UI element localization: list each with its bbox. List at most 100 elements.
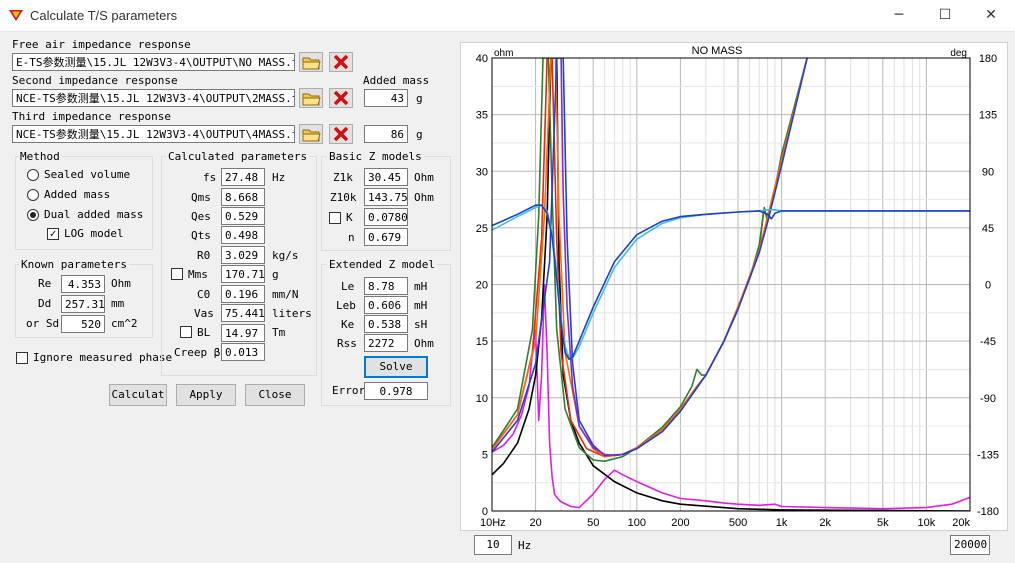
- ignore-phase-label: Ignore measured phase: [33, 351, 173, 364]
- qes-output: 0.529: [221, 207, 265, 225]
- x-tick-label: 5k: [877, 517, 889, 529]
- fs-unit: Hz: [272, 171, 286, 184]
- n-label: n: [348, 231, 355, 244]
- rss-label: Rss: [337, 337, 357, 350]
- z1k-label: Z1k: [333, 171, 353, 184]
- bl-unit: Tm: [272, 326, 286, 339]
- bl-label: BL: [197, 326, 211, 339]
- open-folder-button-2[interactable]: [299, 88, 323, 108]
- c0-label: C0: [197, 288, 211, 301]
- mass3-input[interactable]: 86: [364, 125, 408, 143]
- red-x-icon: [333, 90, 349, 106]
- y2-tick-label: 135: [979, 110, 997, 122]
- re-input[interactable]: 4.353: [61, 275, 105, 293]
- calculated-title: Calculated parameters: [166, 150, 310, 163]
- leb-label: Leb: [336, 299, 356, 312]
- x-tick-label: 10Hz: [480, 517, 506, 529]
- sd-unit: cm^2: [111, 317, 138, 330]
- y-tick-label: 20: [476, 280, 488, 292]
- series-line-red: [492, 58, 808, 458]
- dd-input[interactable]: 257.31: [61, 295, 105, 313]
- y-tick-label: 15: [476, 336, 488, 348]
- free-air-path-input[interactable]: E-TS参数测量\15.JL 12W3V3-4\OUTPUT\NO MASS.t…: [12, 53, 295, 71]
- x-tick-label: 500: [729, 517, 747, 529]
- known-title: Known parameters: [19, 258, 129, 271]
- window-title: Calculate T/S parameters: [30, 8, 178, 23]
- clear-button-3[interactable]: [329, 124, 353, 144]
- apply-button[interactable]: Apply: [176, 384, 236, 406]
- calculate-button[interactable]: Calculat: [109, 384, 167, 406]
- mass3-unit: g: [416, 128, 423, 141]
- solve-button[interactable]: Solve: [364, 356, 428, 378]
- y2-tick-label: 0: [985, 280, 991, 292]
- mass2-input[interactable]: 43: [364, 89, 408, 107]
- bl-output: 14.97: [221, 324, 265, 342]
- y-tick-label: 10: [476, 393, 488, 405]
- x-tick-label: 100: [628, 517, 646, 529]
- vas-label: Vas: [194, 307, 214, 320]
- sd-input[interactable]: 520: [61, 315, 105, 333]
- ke-label: Ke: [341, 318, 355, 331]
- folder-icon: [302, 93, 321, 106]
- folder-icon: [302, 57, 321, 70]
- re-unit: Ohm: [111, 277, 131, 290]
- y-axis-label: ohm: [494, 48, 513, 59]
- added-mass-label: Added mass: [363, 74, 430, 87]
- y-tick-label: 40: [476, 53, 488, 65]
- y-tick-label: 25: [476, 223, 488, 235]
- radio-dual-added-mass[interactable]: [27, 209, 39, 221]
- ke-unit: sH: [414, 318, 428, 331]
- le-unit: mH: [414, 280, 428, 293]
- clear-button-1[interactable]: [329, 52, 353, 72]
- third-label: Third impedance response: [12, 110, 171, 123]
- k-checkbox[interactable]: [329, 212, 341, 224]
- bl-checkbox[interactable]: [180, 326, 192, 338]
- mms-checkbox[interactable]: [171, 268, 183, 280]
- z1k-unit: Ohm: [414, 171, 434, 184]
- qts-label: Qts: [191, 229, 211, 242]
- added-mass-option-label: Added mass: [44, 188, 111, 201]
- n-output: 0.679: [364, 228, 408, 246]
- second-label: Second impedance response: [12, 74, 178, 87]
- log-model-label: LOG model: [64, 227, 124, 240]
- open-folder-button-3[interactable]: [299, 124, 323, 144]
- clear-button-2[interactable]: [329, 88, 353, 108]
- y2-axis-label: deg: [950, 48, 967, 59]
- fmin-input[interactable]: 10: [474, 535, 512, 555]
- app-logo-icon: [9, 10, 23, 21]
- y2-tick-label: -45: [980, 336, 996, 348]
- y-tick-label: 35: [476, 110, 488, 122]
- y-tick-label: 30: [476, 166, 488, 178]
- mass2-unit: g: [416, 92, 423, 105]
- close-button[interactable]: Close: [245, 384, 305, 406]
- red-x-icon: [333, 126, 349, 142]
- dd-label: Dd: [38, 297, 52, 310]
- radio-added-mass[interactable]: [27, 189, 39, 201]
- qts-output: 0.498: [221, 226, 265, 244]
- radio-sealed-volume[interactable]: [27, 169, 39, 181]
- maximize-button[interactable]: ☐: [922, 0, 968, 31]
- c0-output: 0.196: [221, 285, 265, 303]
- minimize-button[interactable]: ─: [876, 0, 922, 31]
- log-model-checkbox[interactable]: ✓: [47, 228, 59, 240]
- close-window-button[interactable]: ✕: [968, 0, 1014, 31]
- third-path-input[interactable]: NCE-TS参数测量\15.JL 12W3V3-4\OUTPUT\4MASS.t…: [12, 125, 295, 143]
- chart-grid: [491, 57, 971, 512]
- z10k-output: 143.75: [364, 188, 408, 206]
- open-folder-button-1[interactable]: [299, 52, 323, 72]
- le-output: 8.78: [364, 277, 408, 295]
- creep-label: Creep β: [174, 346, 221, 359]
- fmax-input[interactable]: 20000: [950, 535, 990, 555]
- second-path-input[interactable]: NCE-TS参数测量\15.JL 12W3V3-4\OUTPUT\2MASS.t…: [12, 89, 295, 107]
- sd-label: or Sd: [26, 317, 60, 330]
- ignore-phase-checkbox[interactable]: [16, 352, 28, 364]
- k-label: K: [346, 211, 353, 224]
- rss-output: 2272: [364, 334, 408, 352]
- vas-unit: liters: [272, 307, 312, 320]
- z10k-unit: Ohm: [414, 191, 434, 204]
- x-tick-label: 20k: [952, 517, 970, 529]
- re-label: Re: [38, 277, 52, 290]
- y2-tick-label: -90: [980, 393, 996, 405]
- folder-icon: [302, 129, 321, 142]
- y2-tick-label: -180: [977, 506, 999, 518]
